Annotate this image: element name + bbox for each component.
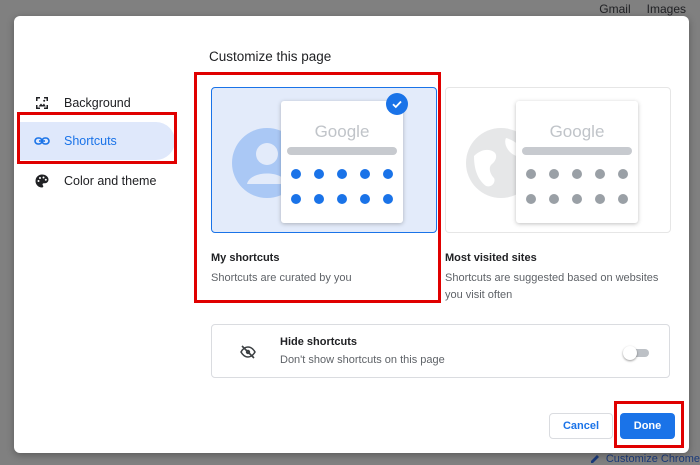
pencil-icon [590,455,599,463]
most-visited-description-line2: you visit often [445,289,513,301]
shortcut-dots [526,169,628,219]
images-link[interactable]: Images [647,2,686,16]
most-visited-preview: Google [516,101,638,223]
check-icon [386,93,408,115]
google-logo: Google [549,122,605,141]
link-icon [34,133,50,149]
most-visited-label: Most visited sites [445,252,537,264]
my-shortcuts-option[interactable]: Google [211,87,437,233]
sidebar-item-label: Background [64,96,131,110]
palette-icon [34,173,50,189]
search-bar-preview [522,147,632,155]
top-links: Gmail Images [599,2,686,16]
shortcuts-preview: Google [281,101,403,223]
hide-shortcuts-row[interactable]: Hide shortcuts Don't show shortcuts on t… [211,324,670,378]
most-visited-description: Shortcuts are suggested based on website… [445,270,658,304]
customize-chrome-button[interactable]: Customize Chrome [590,453,700,465]
done-button[interactable]: Done [620,413,675,439]
sidebar-item-color-and-theme[interactable]: Color and theme [20,162,175,200]
my-shortcuts-label: My shortcuts [211,252,280,264]
sidebar-item-label: Shortcuts [64,134,117,148]
customize-chrome-label: Customize Chrome [605,453,700,465]
cancel-button[interactable]: Cancel [549,413,613,439]
search-bar-preview [287,147,397,155]
sidebar-item-label: Color and theme [64,174,157,188]
google-logo: Google [314,122,370,141]
background-image-icon [34,95,50,111]
sidebar-item-background[interactable]: Background [20,84,175,122]
customize-dialog: Background Shortcuts Color and theme Cus… [14,16,689,453]
dialog-title: Customize this page [209,49,332,64]
shortcut-dots [291,169,393,219]
most-visited-description-line1: Shortcuts are suggested based on website… [445,272,659,284]
gmail-link[interactable]: Gmail [599,2,630,16]
hide-shortcuts-description: Don't show shortcuts on this page [280,354,445,366]
sidebar-item-shortcuts[interactable]: Shortcuts [20,122,175,160]
my-shortcuts-description: Shortcuts are curated by you [211,272,352,284]
hide-shortcuts-toggle[interactable] [623,346,649,360]
eye-off-icon [240,344,256,360]
hide-shortcuts-title: Hide shortcuts [280,336,358,348]
most-visited-option[interactable]: Google [445,87,671,233]
